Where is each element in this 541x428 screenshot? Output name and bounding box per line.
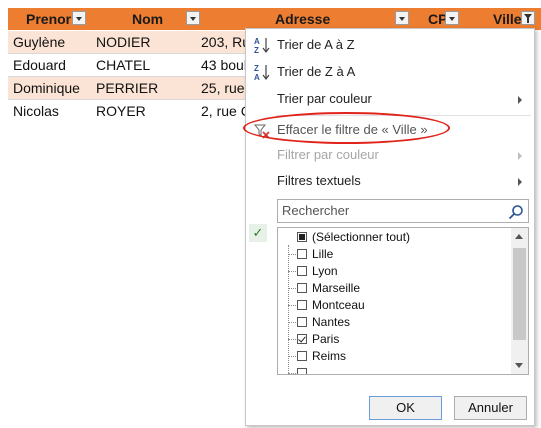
filter-dropdown-prenom-button[interactable] <box>72 11 86 25</box>
scroll-thumb[interactable] <box>513 248 526 340</box>
checkbox[interactable] <box>297 283 307 293</box>
cell-adresse[interactable]: 203, Ru <box>201 31 250 53</box>
cell-nom[interactable]: NODIER <box>96 31 150 53</box>
table-row: Edouard CHATEL 43 boul <box>8 54 248 76</box>
header-cp: CP <box>421 8 471 30</box>
svg-text:Z: Z <box>254 64 259 73</box>
header-prenom-label: Prenor <box>26 11 72 27</box>
filter-dropdown-nom-button[interactable] <box>186 11 200 25</box>
chevron-right-icon <box>518 152 522 160</box>
list-item-label: Paris <box>312 332 340 346</box>
header-nom: Nom <box>113 8 223 30</box>
autofilter-menu: A Z Trier de A à Z Z A Trier de Z à A Tr… <box>243 28 535 426</box>
chevron-down-icon <box>190 17 196 21</box>
svg-text:A: A <box>254 73 260 81</box>
list-scrollbar[interactable] <box>511 228 528 374</box>
sort-descending-icon: Z A <box>253 63 271 82</box>
sort-ascending-icon: A Z <box>253 36 271 55</box>
list-item-label: Reims <box>312 349 347 363</box>
cell-prenom[interactable]: Edouard <box>13 54 66 76</box>
sort-z-a-label: Trier de Z à A <box>277 64 356 79</box>
cell-adresse[interactable]: 43 boul <box>201 54 247 76</box>
check-icon: ✓ <box>249 224 267 242</box>
search-placeholder: Rechercher <box>282 203 350 218</box>
svg-text:A: A <box>254 37 260 46</box>
filter-by-color-label: Filtrer par couleur <box>277 147 379 162</box>
checkbox[interactable] <box>297 334 307 344</box>
svg-text:Z: Z <box>254 46 259 54</box>
cell-adresse[interactable]: 2, rue C <box>201 100 251 122</box>
checkbox[interactable] <box>297 249 307 259</box>
list-item-label: Lyon <box>312 264 338 278</box>
header-ville-label: Ville <box>493 11 522 27</box>
cell-prenom[interactable]: Guylène <box>13 31 65 53</box>
sort-z-a-item[interactable]: Z A Trier de Z à A <box>246 59 534 85</box>
checkbox[interactable] <box>297 300 307 310</box>
checkbox[interactable] <box>297 368 307 374</box>
cell-nom[interactable]: PERRIER <box>96 77 158 99</box>
header-ville: Ville <box>471 8 541 30</box>
search-input[interactable]: Rechercher <box>277 199 529 223</box>
text-filters-label: Filtres textuels <box>277 173 361 188</box>
text-filters-item[interactable]: Filtres textuels <box>246 168 534 194</box>
highlight-ellipse <box>243 112 450 144</box>
filter-dropdown-adresse-button[interactable] <box>395 11 409 25</box>
cell-prenom[interactable]: Nicolas <box>13 100 59 122</box>
cell-prenom[interactable]: Dominique <box>13 77 80 99</box>
cell-nom[interactable]: ROYER <box>96 100 146 122</box>
header-prenom: Prenor <box>8 8 113 30</box>
checkbox[interactable] <box>297 317 307 327</box>
table-row: Dominique PERRIER 25, rue <box>8 77 248 99</box>
checkbox[interactable] <box>297 232 307 242</box>
list-item-label: Marseille <box>312 281 361 295</box>
header-adresse: Adresse <box>263 8 423 30</box>
scroll-down-icon[interactable] <box>515 363 523 368</box>
chevron-down-icon <box>449 17 455 21</box>
sort-a-z-label: Trier de A à Z <box>277 37 355 52</box>
chevron-right-icon <box>518 178 522 186</box>
checkbox[interactable] <box>297 351 307 361</box>
header-adresse-label: Adresse <box>275 11 331 27</box>
scroll-up-icon[interactable] <box>515 234 523 239</box>
chevron-right-icon <box>518 96 522 104</box>
search-icon <box>508 204 524 220</box>
header-nom-label: Nom <box>132 11 164 27</box>
sort-a-z-item[interactable]: A Z Trier de A à Z <box>246 32 534 58</box>
checkbox[interactable] <box>297 266 307 276</box>
header-row: Prenor Nom Adresse CP Ville <box>8 8 541 30</box>
filter-active-ville-button[interactable] <box>521 11 535 25</box>
sort-by-color-label: Trier par couleur <box>277 91 372 106</box>
filter-by-color-item[interactable]: Filtrer par couleur <box>246 142 534 168</box>
sort-by-color-item[interactable]: Trier par couleur <box>246 86 534 112</box>
table-row: Guylène NODIER 203, Ru <box>8 31 250 53</box>
list-item-label: Montceau <box>312 298 365 312</box>
list-item-label: Lille <box>312 247 334 261</box>
table-row: Nicolas ROYER 2, rue C <box>8 100 251 122</box>
list-item-label: (Sélectionner tout) <box>312 230 411 244</box>
chevron-down-icon <box>76 17 82 21</box>
chevron-down-icon <box>399 17 405 21</box>
cell-nom[interactable]: CHATEL <box>96 54 150 76</box>
list-item-label: Nantes <box>312 315 351 329</box>
value-checklist[interactable]: (Sélectionner tout) Lille Lyon Marseille… <box>277 227 529 375</box>
filter-dropdown-cp-button[interactable] <box>445 11 459 25</box>
ok-button[interactable]: OK <box>369 396 442 420</box>
cell-adresse[interactable]: 25, rue <box>201 77 245 99</box>
cancel-button[interactable]: Annuler <box>454 396 527 420</box>
